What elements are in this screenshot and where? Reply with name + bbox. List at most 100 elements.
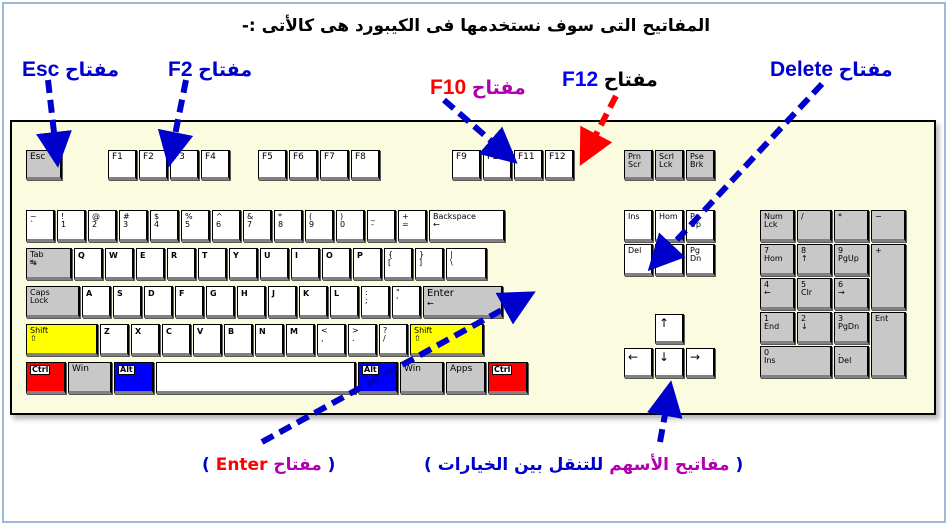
- key-shift-left[interactable]: Shift ⇧: [26, 324, 98, 356]
- key-f2[interactable]: F2: [139, 150, 168, 180]
- key-qsym-2[interactable]: | \: [446, 248, 487, 280]
- key-arrow-up[interactable]: ↑: [655, 314, 684, 344]
- key-v[interactable]: V: [193, 324, 222, 356]
- key-d[interactable]: D: [144, 286, 173, 318]
- key-z[interactable]: Z: [100, 324, 129, 356]
- key-bsym-1[interactable]: >.: [348, 324, 377, 356]
- key-o[interactable]: O: [322, 248, 351, 280]
- key-f7[interactable]: F7: [320, 150, 349, 180]
- key-f11[interactable]: F11: [514, 150, 543, 180]
- key-numpad-4[interactable]: 7 Hom: [760, 244, 795, 276]
- key-numpad-1[interactable]: /: [797, 210, 832, 242]
- key-esc[interactable]: Esc: [26, 150, 62, 180]
- key-mod-win[interactable]: Win: [68, 362, 112, 394]
- key-j[interactable]: J: [268, 286, 297, 318]
- key-w[interactable]: W: [105, 248, 134, 280]
- key-mod-alt[interactable]: Alt: [114, 362, 154, 394]
- key-sys-0[interactable]: Prn Scr: [624, 150, 653, 180]
- key-num-2[interactable]: @2: [88, 210, 117, 242]
- key-num-3[interactable]: #3: [119, 210, 148, 242]
- key-r[interactable]: R: [167, 248, 196, 280]
- key-numpad-15[interactable]: 0 Ins: [760, 346, 832, 378]
- key-u[interactable]: U: [260, 248, 289, 280]
- key-numpad-0[interactable]: Num Lck: [760, 210, 795, 242]
- key-f5[interactable]: F5: [258, 150, 287, 180]
- key-y[interactable]: Y: [229, 248, 258, 280]
- key-i[interactable]: I: [291, 248, 320, 280]
- key-mod-apps[interactable]: Apps: [446, 362, 486, 394]
- key-nav-5[interactable]: Pg Dn: [686, 244, 715, 276]
- key-q[interactable]: Q: [74, 248, 103, 280]
- key-numpad-14[interactable]: Ent: [871, 312, 906, 378]
- key-f6[interactable]: F6: [289, 150, 318, 180]
- key-n[interactable]: N: [255, 324, 284, 356]
- key-f4[interactable]: F4: [201, 150, 230, 180]
- key-b[interactable]: B: [224, 324, 253, 356]
- key-f1[interactable]: F1: [108, 150, 137, 180]
- key-arrow-down[interactable]: ↓: [655, 348, 684, 378]
- key-numpad-16[interactable]: . Del: [834, 346, 869, 378]
- key-l[interactable]: L: [330, 286, 359, 318]
- key-bsym-0[interactable]: <,: [317, 324, 346, 356]
- key-nav-1[interactable]: Hom: [655, 210, 684, 242]
- key-qsym-0[interactable]: {[: [384, 248, 413, 280]
- key-num-1[interactable]: ! 1: [57, 210, 86, 242]
- key-hsym-0[interactable]: :;: [361, 286, 390, 318]
- key-s[interactable]: S: [113, 286, 142, 318]
- key-num-7[interactable]: & 7: [243, 210, 272, 242]
- key-numpad-2[interactable]: *: [834, 210, 869, 242]
- key-f9[interactable]: F9: [452, 150, 481, 180]
- key-shift-right[interactable]: Shift ⇧: [410, 324, 484, 356]
- key-h[interactable]: H: [237, 286, 266, 318]
- key-enter[interactable]: Enter ←: [423, 286, 503, 318]
- key-numpad-8[interactable]: 4 ←: [760, 278, 795, 310]
- key-mod-space[interactable]: [156, 362, 356, 394]
- key-numpad-11[interactable]: 1 End: [760, 312, 795, 344]
- key-numpad-12[interactable]: 2 ↓: [797, 312, 832, 344]
- key-c[interactable]: C: [162, 324, 191, 356]
- key-nav-4[interactable]: End: [655, 244, 684, 276]
- key-num-5[interactable]: % 5: [181, 210, 210, 242]
- key-num-0[interactable]: ~ `: [26, 210, 55, 242]
- key-sys-1[interactable]: Scrl Lck: [655, 150, 684, 180]
- key-hsym-1[interactable]: " ': [392, 286, 421, 318]
- key-caps-lock[interactable]: Caps Lock: [26, 286, 80, 318]
- key-p[interactable]: P: [353, 248, 382, 280]
- key-numpad-6[interactable]: 9 PgUp: [834, 244, 869, 276]
- key-sys-2[interactable]: Pse Brk: [686, 150, 715, 180]
- key-nav-3[interactable]: Del: [624, 244, 653, 276]
- key-e[interactable]: E: [136, 248, 165, 280]
- key-numpad-7[interactable]: +: [871, 244, 906, 310]
- key-numpad-10[interactable]: 6 →: [834, 278, 869, 310]
- key-numpad-13[interactable]: 3 PgDn: [834, 312, 869, 344]
- key-arrow-left[interactable]: ←: [624, 348, 653, 378]
- key-f8[interactable]: F8: [351, 150, 380, 180]
- key-numpad-5[interactable]: 8 ↑: [797, 244, 832, 276]
- key-num-9[interactable]: (9: [305, 210, 334, 242]
- key-num-6[interactable]: ^ 6: [212, 210, 241, 242]
- key-mod-win[interactable]: Win: [400, 362, 444, 394]
- key-qsym-1[interactable]: }]: [415, 248, 444, 280]
- key-numpad-9[interactable]: 5 Clr: [797, 278, 832, 310]
- key-num-4[interactable]: $4: [150, 210, 179, 242]
- key-f3[interactable]: F3: [170, 150, 199, 180]
- key-num-8[interactable]: * 8: [274, 210, 303, 242]
- key-nav-2[interactable]: Pg Up: [686, 210, 715, 242]
- key-num-12[interactable]: + =: [398, 210, 427, 242]
- key-tab[interactable]: Tab ↹: [26, 248, 72, 280]
- key-g[interactable]: G: [206, 286, 235, 318]
- key-f12[interactable]: F12: [545, 150, 574, 180]
- key-num-10[interactable]: ) 0: [336, 210, 365, 242]
- key-bsym-2[interactable]: ? /: [379, 324, 408, 356]
- key-numpad-3[interactable]: −: [871, 210, 906, 242]
- key-mod-ctrl[interactable]: Ctrl: [26, 362, 66, 394]
- key-x[interactable]: X: [131, 324, 160, 356]
- key-backspace[interactable]: Backspace ←: [429, 210, 505, 242]
- key-nav-0[interactable]: Ins: [624, 210, 653, 242]
- key-mod-ctrl[interactable]: Ctrl: [488, 362, 528, 394]
- key-t[interactable]: T: [198, 248, 227, 280]
- key-f[interactable]: F: [175, 286, 204, 318]
- key-k[interactable]: K: [299, 286, 328, 318]
- key-a[interactable]: A: [82, 286, 111, 318]
- key-f10[interactable]: F10: [483, 150, 512, 180]
